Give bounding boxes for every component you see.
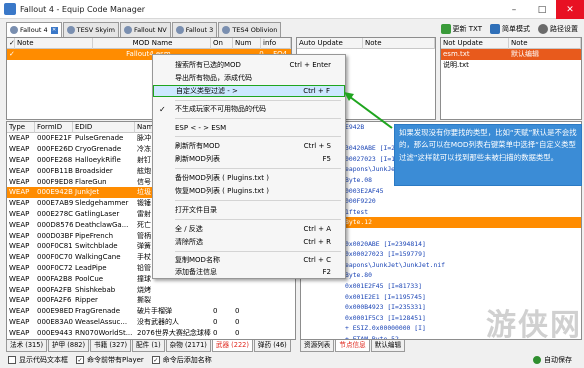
annotation-box: 如果发现没有你要找的类型，比如“天赋”默认是不会找的，那么可以在MOD列表右键菜… [394,124,582,186]
watermark: 游侠网 [486,308,582,343]
